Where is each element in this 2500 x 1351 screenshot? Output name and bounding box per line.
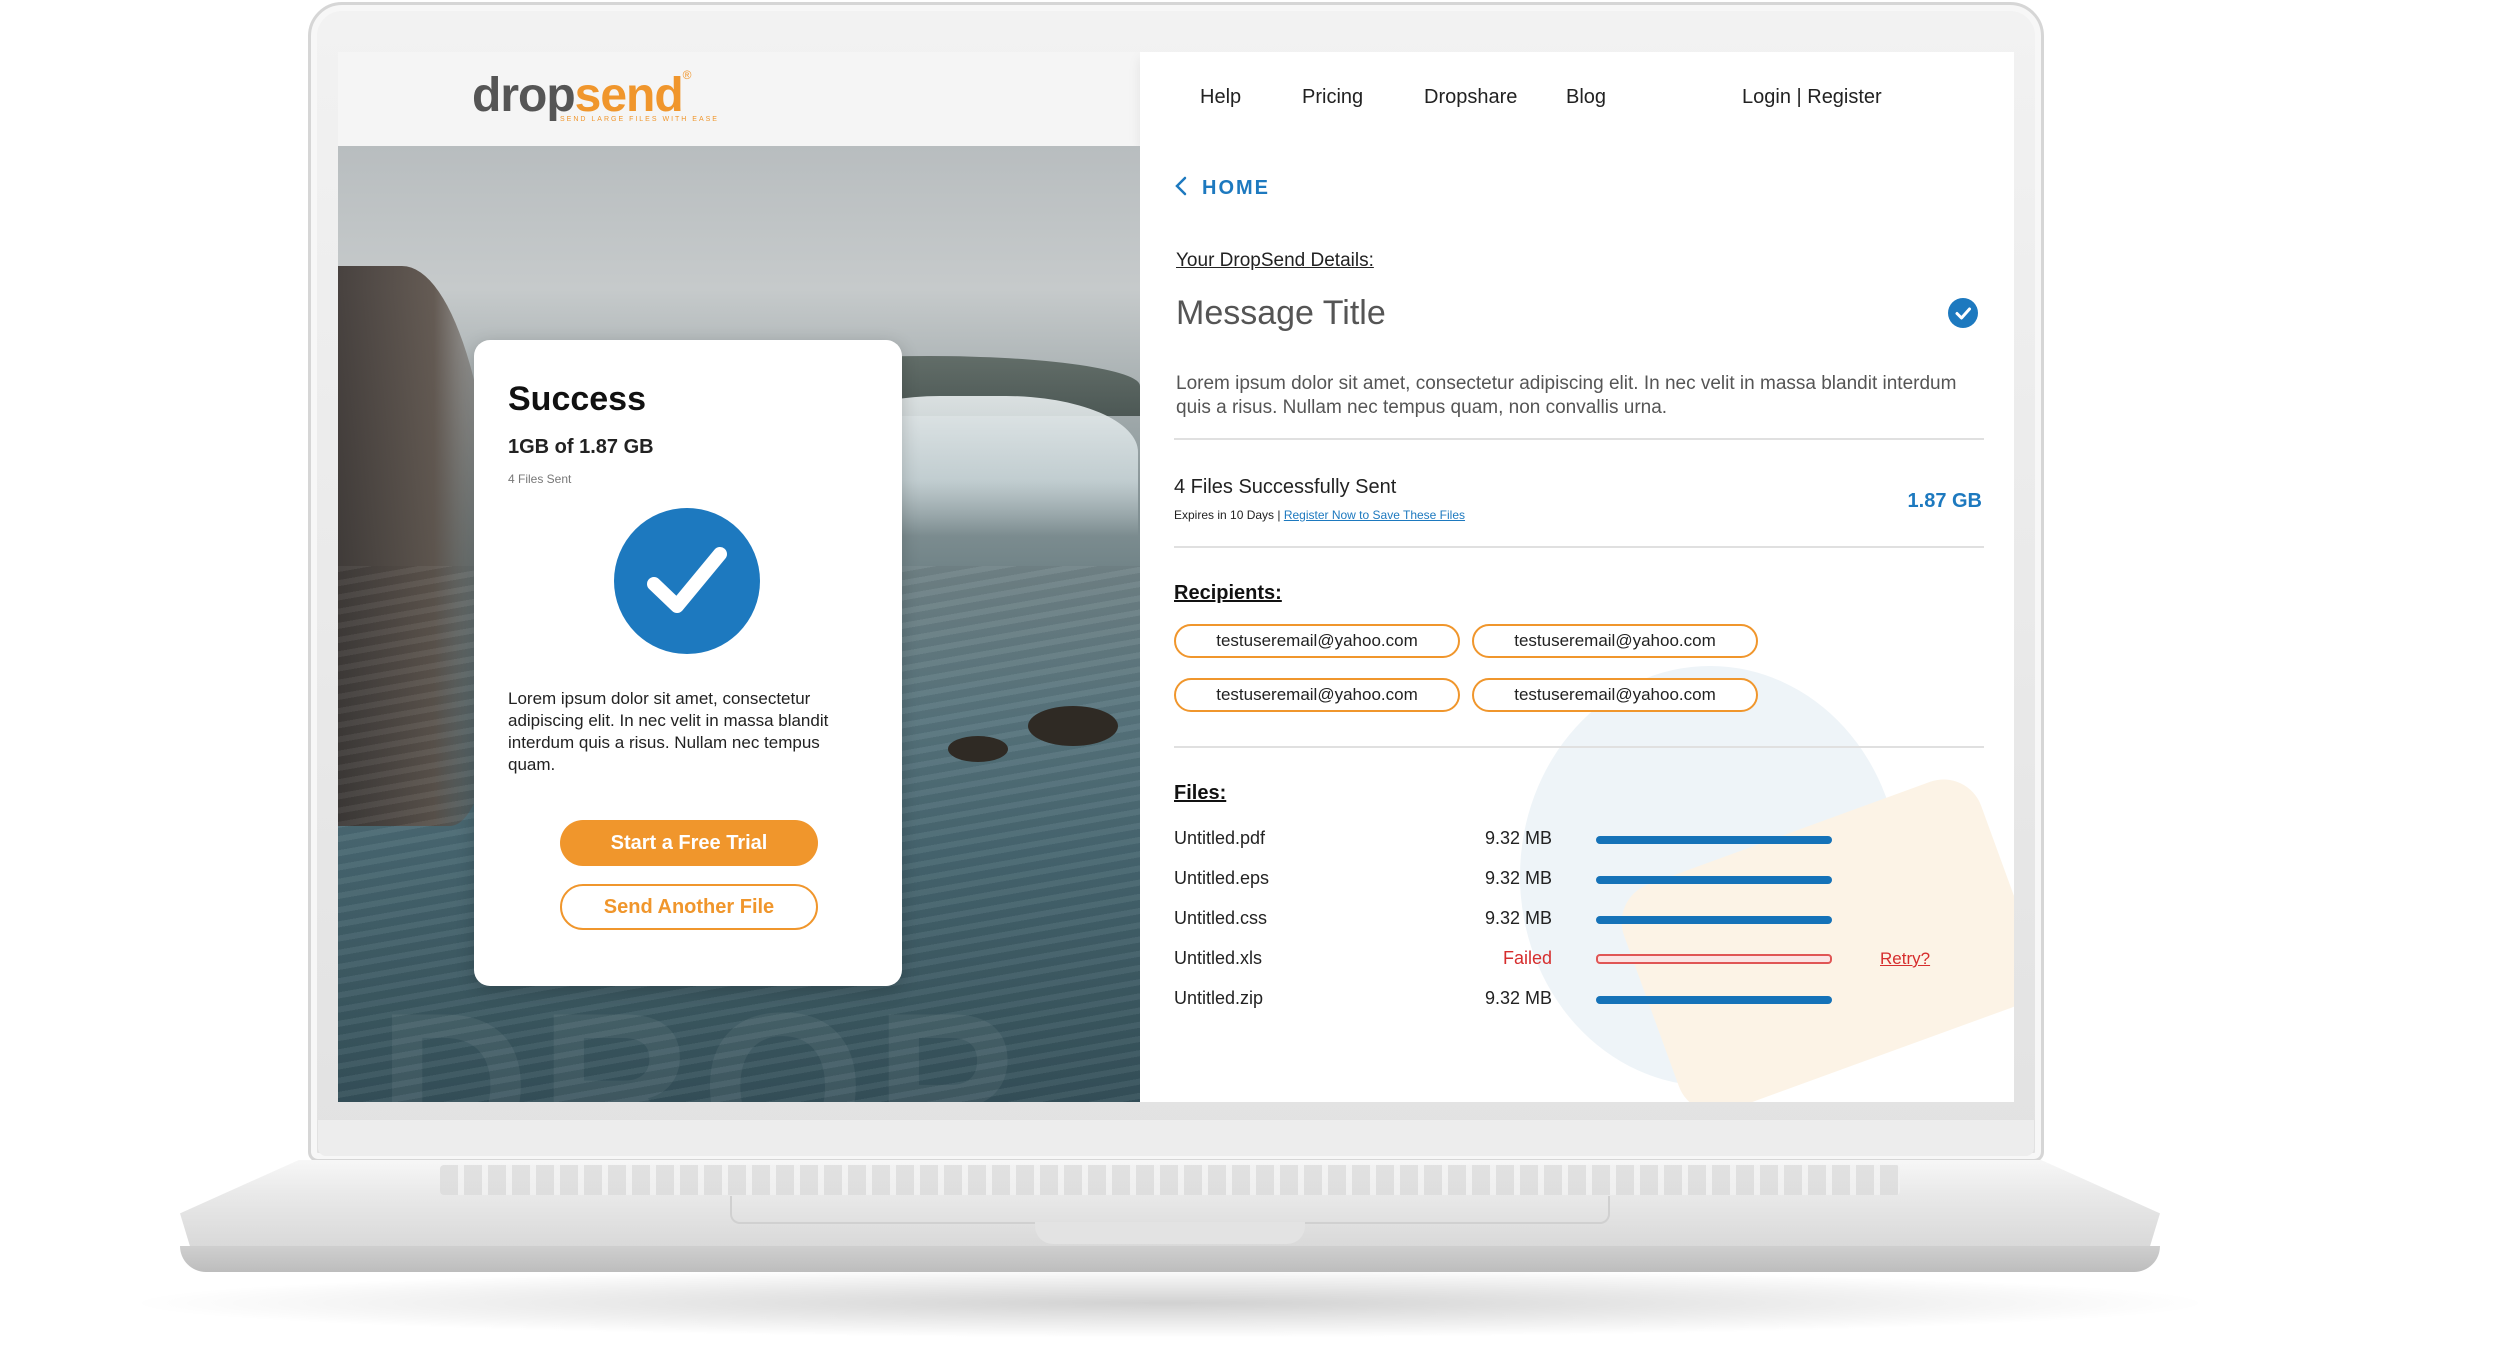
file-size: 9.32 MB <box>1484 828 1552 848</box>
file-name: Untitled.pdf <box>1174 828 1266 848</box>
file-size: 9.32 MB <box>1484 988 1552 1008</box>
file-name: Untitled.css <box>1174 908 1268 928</box>
message-title: Message Title <box>1176 294 1386 332</box>
file-progress-bar <box>1596 836 1832 844</box>
check-mark-icon <box>647 547 727 613</box>
total-size: 1.87 GB <box>1907 490 1982 512</box>
check-circle-icon <box>614 508 760 654</box>
laptop-keyboard <box>440 1165 1900 1195</box>
logo-word-drop: drop <box>472 69 576 122</box>
laptop-trackpad <box>730 1196 1610 1224</box>
header-logo-area: dropsend® SEND LARGE FILES WITH EASE <box>338 52 1140 146</box>
laptop-bezel <box>318 1120 2034 1156</box>
register-now-link[interactable]: Register Now to Save These Files <box>1284 508 1465 522</box>
file-progress-bar <box>1596 996 1832 1004</box>
logo-word-send: send <box>574 69 684 122</box>
hero-rock <box>948 736 1008 762</box>
recipients-label: Recipients: <box>1174 582 1282 604</box>
success-title: Success <box>508 380 646 418</box>
laptop-shadow <box>120 1268 2220 1338</box>
expiry-text: Expires in 10 Days | Register Now to Sav… <box>1174 508 1465 522</box>
file-name: Untitled.eps <box>1174 868 1270 888</box>
start-free-trial-button[interactable]: Start a Free Trial <box>560 820 818 866</box>
file-name: Untitled.zip <box>1174 988 1264 1008</box>
divider <box>1174 746 1984 748</box>
nav-blog[interactable]: Blog <box>1566 86 1606 109</box>
upload-size-text: 1GB of 1.87 GB <box>508 436 654 458</box>
files-sent-count: 4 Files Sent <box>508 472 572 486</box>
page: dropsend® SEND LARGE FILES WITH EASE Hel… <box>0 0 2500 1351</box>
expiry-label: Expires in 10 Days | <box>1174 508 1284 522</box>
divider <box>1174 546 1984 548</box>
dropsend-logo[interactable]: dropsend® <box>472 68 692 123</box>
nav-pricing[interactable]: Pricing <box>1302 86 1363 109</box>
details-section-label: Your DropSend Details: <box>1176 250 1374 271</box>
retry-link[interactable]: Retry? <box>1880 949 1930 969</box>
check-mark-icon <box>1955 307 1971 320</box>
divider <box>1174 438 1984 440</box>
nav-dropshare[interactable]: Dropshare <box>1424 86 1517 109</box>
home-back-link[interactable]: HOME <box>1174 176 1270 200</box>
hero-image: DROP Success 1GB of 1.87 GB 4 Files Sent… <box>338 146 1140 1102</box>
chevron-left-icon <box>1175 176 1187 196</box>
verified-check-icon <box>1948 298 1978 328</box>
file-size: 9.32 MB <box>1484 868 1552 888</box>
success-description: Lorem ipsum dolor sit amet, consectetur … <box>508 689 829 774</box>
file-name: Untitled.xls <box>1174 948 1263 968</box>
nav-login-register[interactable]: Login | Register <box>1742 86 1882 109</box>
files-label: Files: <box>1174 782 1227 804</box>
logo-registered-mark: ® <box>682 68 692 82</box>
recipient-chip[interactable]: testuseremail@yahoo.com <box>1472 624 1758 658</box>
success-card: Success 1GB of 1.87 GB 4 Files Sent Lore… <box>474 340 902 986</box>
laptop-screen: dropsend® SEND LARGE FILES WITH EASE Hel… <box>338 52 2014 1102</box>
logo-tagline: SEND LARGE FILES WITH EASE <box>560 116 719 123</box>
send-another-file-button[interactable]: Send Another File <box>560 884 818 930</box>
recipient-chip[interactable]: testuseremail@yahoo.com <box>1174 678 1460 712</box>
file-size: 9.32 MB <box>1484 908 1552 928</box>
nav-help[interactable]: Help <box>1200 86 1241 109</box>
hero-rock <box>1028 706 1118 746</box>
recipient-chip[interactable]: testuseremail@yahoo.com <box>1472 678 1758 712</box>
laptop-notch <box>1035 1222 1305 1244</box>
files-sent-label: 4 Files Successfully Sent <box>1174 476 1397 498</box>
details-panel: HOME Your DropSend Details: Message Titl… <box>1140 146 2014 1102</box>
recipient-chip[interactable]: testuseremail@yahoo.com <box>1174 624 1460 658</box>
file-progress-bar <box>1596 916 1832 924</box>
message-body: Lorem ipsum dolor sit amet, consectetur … <box>1176 373 1957 418</box>
hero-watermark: DROP <box>378 969 1025 1102</box>
laptop-base-lip <box>180 1246 2160 1272</box>
home-label: HOME <box>1202 177 1270 199</box>
file-progress-bar-failed <box>1596 954 1832 964</box>
file-status-failed: Failed <box>1502 948 1552 968</box>
header-nav-bar: Help Pricing Dropshare Blog Login | Regi… <box>1140 52 2014 146</box>
file-progress-bar <box>1596 876 1832 884</box>
